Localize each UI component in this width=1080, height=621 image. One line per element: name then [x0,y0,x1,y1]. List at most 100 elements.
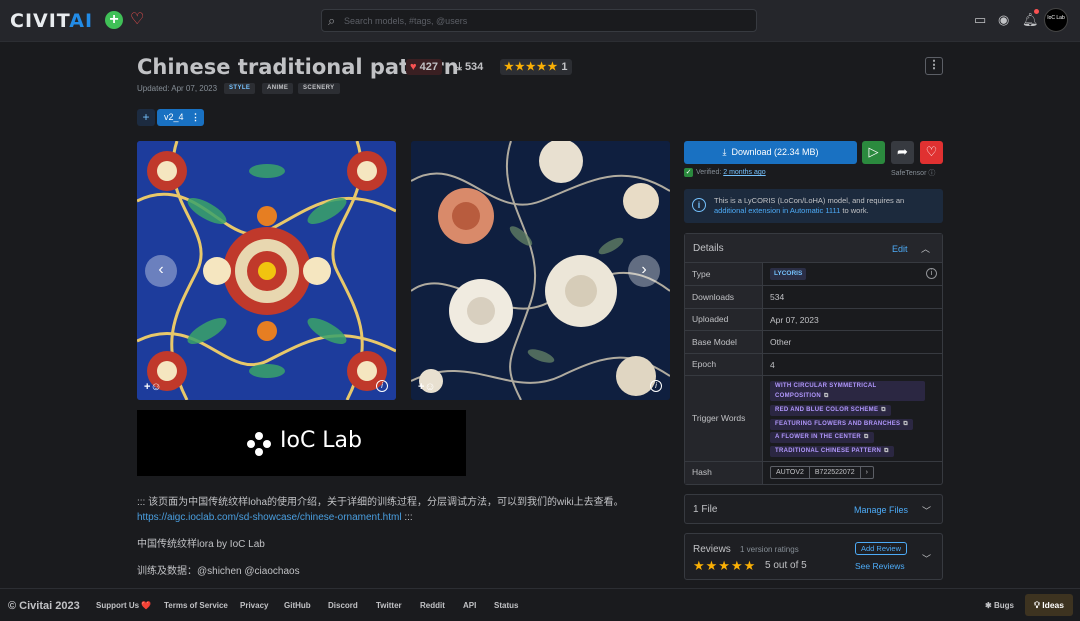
chevron-down-icon[interactable]: ﹀ [922,552,931,565]
footer-link-api[interactable]: API [463,601,476,610]
trigger-word-chip[interactable]: RED AND BLUE COLOR SCHEME ⧉ [770,405,891,416]
image-info-icon[interactable]: i [376,380,388,392]
verified-label: Verified: [696,169,724,176]
copy-icon[interactable]: ⧉ [884,448,889,454]
chevron-right-icon[interactable]: › [859,467,873,478]
logo-accent: AI [69,10,94,32]
row-hash: Hash AUTOV2 B722522072 › [685,462,942,484]
footer-link-terms[interactable]: Terms of Service [164,601,228,610]
copy-icon[interactable]: ⧉ [881,407,886,413]
info-icon[interactable]: ⓘ [928,170,935,177]
notification-dot [1034,9,1039,14]
user-avatar[interactable]: IoC Lab [1044,8,1068,32]
hash-type[interactable]: AUTOV2 [771,467,809,478]
download-button[interactable]: ⤓ Download (22.34 MB) [684,141,857,164]
epoch-label: Epoch [685,354,763,375]
rating-badge[interactable]: ★★★★★ 1 [500,59,572,75]
trigger-word-chip[interactable]: TRADITIONAL CHINESE PATTERN ⧉ [770,446,894,457]
download-icon: ⤓ [722,147,727,157]
hash-selector[interactable]: AUTOV2 B722522072 › [770,466,874,479]
downloads-count: 534 [464,61,484,73]
like-button[interactable]: ♡ [920,141,943,164]
ideas-button[interactable]: 💡︎ Ideas [1025,594,1073,616]
run-button[interactable]: ▷ [862,141,885,164]
carousel-next-button[interactable]: › [628,255,660,287]
trigger-word-text: RED AND BLUE COLOR SCHEME [775,407,879,413]
carousel-prev-button[interactable]: ‹ [145,255,177,287]
edit-button[interactable]: Edit [892,244,908,254]
copy-icon[interactable]: ⧉ [824,393,829,399]
files-panel[interactable]: 1 File Manage Files ﹀ [684,494,943,524]
row-uploaded: Uploaded Apr 07, 2023 [685,309,942,331]
trigger-word-chip[interactable]: FEATURING FLOWERS AND BRANCHES ⧉ [770,419,913,430]
likes-badge[interactable]: ♥ 427 [406,59,442,75]
info-icon[interactable]: i [926,268,937,279]
updated-date: Updated: Apr 07, 2023 [137,84,218,93]
review-stars: ★★★★★ [693,558,757,573]
tag-scenery[interactable]: SCENERY [298,83,340,94]
copy-icon[interactable]: ⧉ [864,434,869,440]
copy-icon[interactable]: ⧉ [903,421,908,427]
version-tab[interactable]: v2_4 ⋮ [157,109,204,126]
civitai-logo[interactable]: CIVITAI [10,10,93,32]
bugs-button[interactable]: ✱ Bugs [985,601,1014,610]
add-version-button[interactable]: + [137,109,155,126]
create-plus-icon[interactable]: + [105,11,123,29]
verified-time-link[interactable]: 2 months ago [723,169,765,176]
downloads-badge: ⤓ 534 [453,59,487,75]
reviews-panel: Reviews 1 version ratings ★★★★★ 5 out of… [684,533,943,580]
downloads-value: 534 [770,292,785,302]
heart-filled-icon: ♥ [410,61,417,73]
share-button[interactable]: ➦ [891,141,914,164]
details-header[interactable]: Details Edit ︿ [685,234,942,263]
upload-monitor-icon[interactable]: ▭ [974,12,986,28]
footer-link-support[interactable]: Support Us ❤️ [96,601,151,610]
add-reaction-icon[interactable]: +☺ [144,381,162,393]
wiki-link[interactable]: https://aigc.ioclab.com/sd-showcase/chin… [137,512,402,523]
add-reaction-icon[interactable]: +☺ [418,381,436,393]
top-navigation-bar: CIVITAI + ♡ ⌕ ▭ ◉ 🔔︎ IoC Lab [0,0,1080,42]
details-title: Details [693,243,724,254]
trigger-word-text: TRADITIONAL CHINESE PATTERN [775,448,882,454]
download-label: Download (22.34 MB) [731,147,819,157]
files-label: 1 File [693,504,718,515]
image-info-icon[interactable]: i [650,380,662,392]
chevron-down-icon[interactable]: ﹀ [922,504,931,517]
info-icon: i [692,198,706,212]
alert-suffix: to work. [840,206,869,215]
hash-value[interactable]: B722522072 [808,467,860,478]
trigger-word-chip[interactable]: A FLOWER IN THE CENTER ⧉ [770,432,874,443]
type-badge: LYCORIS [770,268,807,280]
footer-link-status[interactable]: Status [494,601,518,610]
add-review-button[interactable]: Add Review [855,542,908,555]
more-options-button[interactable]: ⋮ [925,57,943,75]
alert-text: This is a LyCORIS (LoCon/LoHA) model, an… [714,196,934,216]
download-icon: ⤓ [457,61,462,73]
extension-link[interactable]: additional extension in Automatic 1111 [714,206,840,215]
chevron-up-icon[interactable]: ︿ [921,242,930,255]
see-reviews-link[interactable]: See Reviews [855,561,905,571]
search-bar[interactable]: ⌕ [321,9,757,32]
description-paragraph: ::: 该页面为中国传统纹样loha的使用介绍，关于详细的训练过程，分层调试方法… [137,495,657,525]
heart-icon[interactable]: ♡ [130,9,144,29]
bell-icon[interactable]: 🔔︎ [1022,12,1039,28]
version-label: v2_4 [164,112,184,122]
hash-label: Hash [685,462,763,484]
ioc-logo-icon [247,432,271,456]
tag-anime[interactable]: ANIME [262,83,294,94]
footer-link-reddit[interactable]: Reddit [420,601,445,610]
eye-icon[interactable]: ◉ [998,12,1009,28]
footer-link-discord[interactable]: Discord [328,601,358,610]
footer-link-twitter[interactable]: Twitter [376,601,402,610]
trigger-word-chip[interactable]: WITH CIRCULAR SYMMETRICAL COMPOSITION ⧉ [770,381,925,401]
version-menu-icon[interactable]: ⋮ [191,109,200,126]
tag-style[interactable]: STYLE [224,83,256,94]
base-model-label: Base Model [685,331,763,353]
search-input[interactable] [344,12,744,29]
footer-link-github[interactable]: GitHub [284,601,311,610]
row-base-model: Base Model Other [685,331,942,354]
footer-link-privacy[interactable]: Privacy [240,601,268,610]
lycoris-alert: i This is a LyCORIS (LoCon/LoHA) model, … [684,189,943,223]
manage-files-link[interactable]: Manage Files [854,505,908,515]
ideas-label: Ideas [1042,600,1065,610]
